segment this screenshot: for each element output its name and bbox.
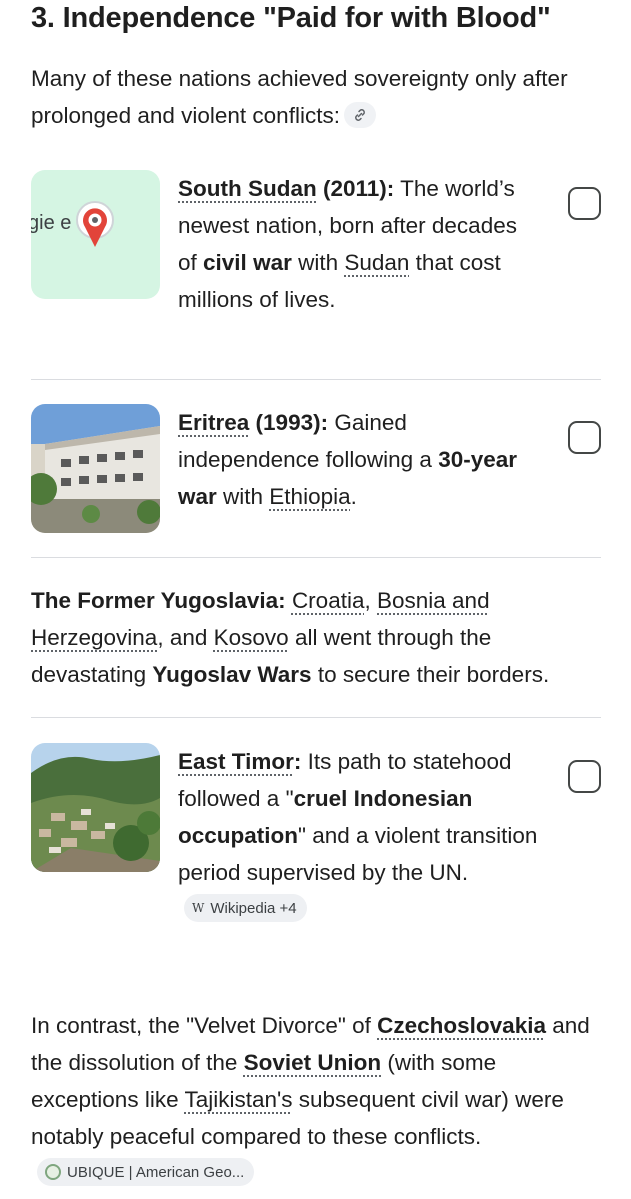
contrast-paragraph: In contrast, the "Velvet Divorce" of Cze… <box>31 1007 606 1192</box>
citation-link-chip[interactable] <box>343 102 376 129</box>
eritrea-link[interactable]: Eritrea <box>178 410 249 435</box>
section-title: 3. Independence "Paid for with Blood" <box>31 2 551 34</box>
east-timor-link[interactable]: East Timor <box>178 749 294 774</box>
ubique-seal-icon <box>45 1164 61 1181</box>
eritrea-text: Eritrea (1993): Gained independence foll… <box>178 404 533 515</box>
link-icon <box>355 109 365 121</box>
map-place-label: gie e <box>31 212 72 234</box>
answer-page: 3. Independence "Paid for with Blood" Ma… <box>0 0 631 1199</box>
source-chip-label: Wikipedia +4 <box>210 899 297 917</box>
eritrea-desc-2: with <box>216 484 270 509</box>
divider <box>31 717 601 718</box>
east-timor-photo-thumbnail[interactable] <box>31 743 160 872</box>
card-east-timor: East Timor: Its path to statehood follow… <box>31 743 601 968</box>
card-eritrea: Eritrea (1993): Gained independence foll… <box>31 404 601 534</box>
intro-text: Many of these nations achieved sovereign… <box>31 66 568 128</box>
map-pin-icon <box>76 201 114 247</box>
yugoslavia-sep-1: , <box>364 588 377 613</box>
source-chip-label: UBIQUE | American Geo... <box>67 1163 245 1181</box>
yugoslavia-sep-2: , and <box>157 625 214 650</box>
south-sudan-checkbox[interactable] <box>568 187 601 220</box>
eritrea-building-image <box>31 404 160 533</box>
source-chip-ubique[interactable]: UBIQUE | American Geo... <box>37 1158 255 1187</box>
south-sudan-desc-2: with <box>291 250 345 275</box>
yugoslavia-lead: The Former Yugoslavia: <box>31 588 286 613</box>
south-sudan-link[interactable]: South Sudan <box>178 176 317 201</box>
south-sudan-year: (2011): <box>316 176 395 201</box>
east-timor-landscape-image <box>31 743 160 872</box>
ethiopia-link[interactable]: Ethiopia <box>269 484 350 509</box>
divider <box>31 557 601 558</box>
south-sudan-text: South Sudan (2011): The world’s newest n… <box>178 170 533 318</box>
eritrea-checkbox[interactable] <box>568 421 601 454</box>
yugoslavia-text-2: to secure their borders. <box>311 662 550 687</box>
eritrea-year: (1993): <box>249 410 329 435</box>
kosovo-link[interactable]: Kosovo <box>214 625 289 650</box>
source-chip-wikipedia[interactable]: W Wikipedia +4 <box>184 894 307 923</box>
east-timor-checkbox[interactable] <box>568 760 601 793</box>
east-timor-text: East Timor: Its path to statehood follow… <box>178 743 538 928</box>
contrast-text-1: In contrast, the "Velvet Divorce" of <box>31 1013 378 1038</box>
divider <box>31 379 601 380</box>
eritrea-desc-3: . <box>350 484 357 509</box>
wikipedia-icon: W <box>192 900 205 915</box>
soviet-union-link[interactable]: Soviet Union <box>244 1050 382 1075</box>
tajikistan-link[interactable]: Tajikistan's <box>184 1087 292 1112</box>
croatia-link[interactable]: Croatia <box>292 588 365 613</box>
south-sudan-bold: civil war <box>203 250 292 275</box>
sudan-link[interactable]: Sudan <box>344 250 409 275</box>
eritrea-photo-thumbnail[interactable] <box>31 404 160 533</box>
card-south-sudan: gie e South Sudan (2011): The world’s ne… <box>31 170 601 360</box>
yugoslav-wars-bold: Yugoslav Wars <box>152 662 312 687</box>
yugoslavia-paragraph: The Former Yugoslavia: Croatia, Bosnia a… <box>31 582 606 693</box>
south-sudan-map-thumbnail[interactable]: gie e <box>31 170 160 299</box>
czechoslovakia-link[interactable]: Czechoslovakia <box>377 1013 546 1038</box>
section-intro: Many of these nations achieved sovereign… <box>31 60 601 134</box>
